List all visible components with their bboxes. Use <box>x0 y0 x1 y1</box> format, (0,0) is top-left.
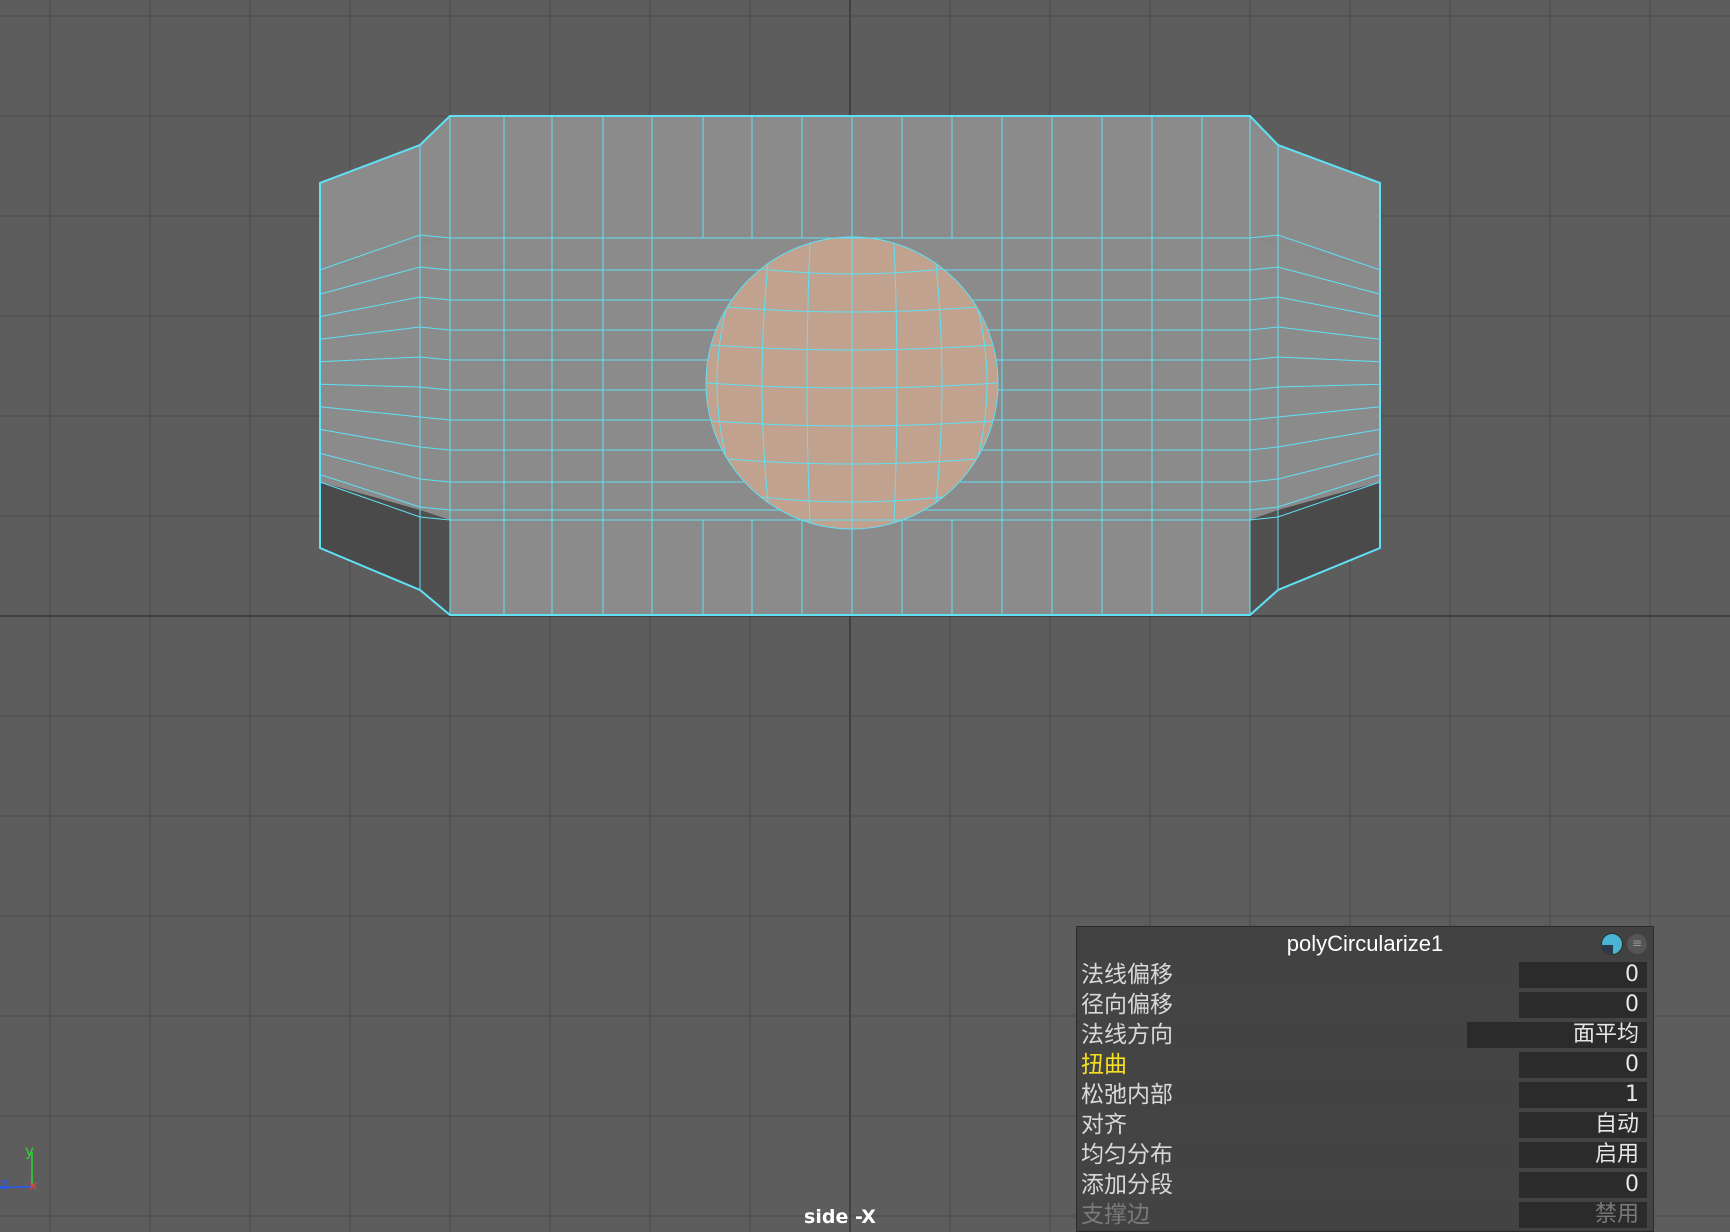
attribute-label: 均匀分布 <box>1081 1142 1173 1168</box>
attribute-row[interactable]: 法线方向 面平均 <box>1077 1020 1653 1050</box>
mesh-face-bottom <box>450 520 1250 615</box>
attribute-dropdown[interactable]: 启用 <box>1519 1142 1647 1168</box>
attribute-label: 径向偏移 <box>1081 992 1173 1018</box>
attribute-value-field[interactable]: 0 <box>1519 1052 1647 1078</box>
attribute-row: 支撑边 禁用 <box>1077 1200 1653 1230</box>
attribute-list: 法线偏移 0 径向偏移 0 法线方向 面平均 扭曲 0 松弛内部 1 对齐 自动… <box>1077 960 1653 1230</box>
attribute-label: 对齐 <box>1081 1112 1127 1138</box>
attribute-label: 法线方向 <box>1081 1022 1173 1048</box>
in-view-editor-panel[interactable]: polyCircularize1 ≡ 法线偏移 0 径向偏移 0 法线方向 面平… <box>1076 926 1654 1232</box>
mesh <box>319 115 1381 616</box>
attribute-value-field[interactable]: 0 <box>1519 992 1647 1018</box>
attribute-row[interactable]: 松弛内部 1 <box>1077 1080 1653 1110</box>
attribute-dropdown[interactable]: 面平均 <box>1467 1022 1647 1048</box>
menu-icon[interactable]: ≡ <box>1627 934 1647 954</box>
mesh-face-corner-left <box>420 510 450 615</box>
attribute-value-field[interactable]: 1 <box>1519 1082 1647 1108</box>
attribute-row[interactable]: 对齐 自动 <box>1077 1110 1653 1140</box>
attribute-label: 支撑边 <box>1081 1202 1150 1228</box>
display-toggle-icon[interactable] <box>1601 933 1623 955</box>
panel-title: polyCircularize1 <box>1286 931 1444 956</box>
axis-gizmo-icon <box>0 1152 37 1190</box>
attribute-dropdown: 禁用 <box>1519 1202 1647 1228</box>
attribute-label: 扭曲 <box>1081 1052 1127 1078</box>
attribute-label: 法线偏移 <box>1081 962 1173 988</box>
attribute-row[interactable]: 径向偏移 0 <box>1077 990 1653 1020</box>
attribute-value-field[interactable]: 0 <box>1519 962 1647 988</box>
attribute-dropdown[interactable]: 自动 <box>1519 1112 1647 1138</box>
attribute-value-field[interactable]: 0 <box>1519 1172 1647 1198</box>
attribute-row[interactable]: 扭曲 0 <box>1077 1050 1653 1080</box>
panel-header: polyCircularize1 ≡ <box>1077 927 1653 960</box>
attribute-row[interactable]: 法线偏移 0 <box>1077 960 1653 990</box>
camera-label: side -X <box>804 1206 876 1228</box>
attribute-row[interactable]: 添加分段 0 <box>1077 1170 1653 1200</box>
attribute-row[interactable]: 均匀分布 启用 <box>1077 1140 1653 1170</box>
mesh-face-corner-right <box>1250 510 1278 615</box>
attribute-label: 松弛内部 <box>1081 1082 1173 1108</box>
attribute-label: 添加分段 <box>1081 1172 1173 1198</box>
